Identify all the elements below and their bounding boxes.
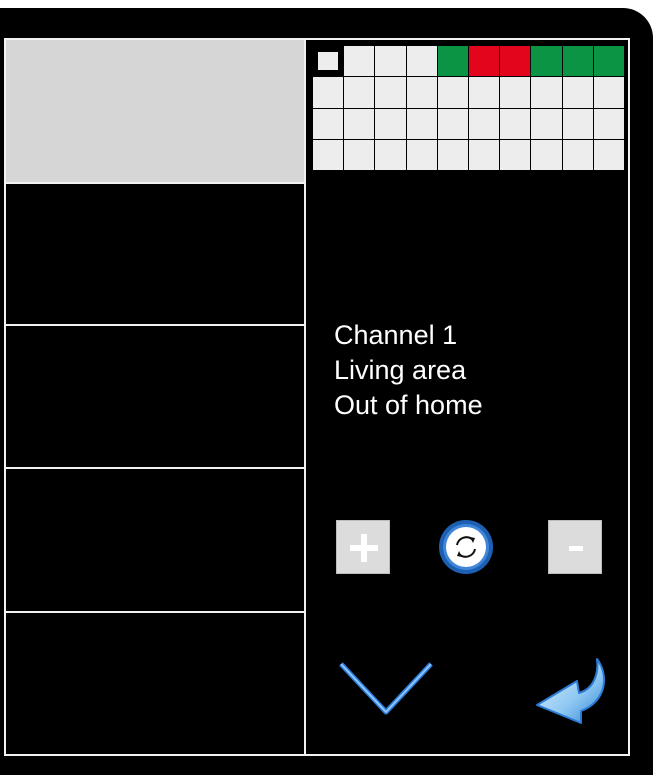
grid-cell[interactable] (500, 139, 531, 170)
top-divider (6, 38, 630, 40)
grid-cell[interactable] (593, 139, 624, 170)
grid-cell[interactable] (437, 46, 468, 77)
refresh-icon (439, 520, 493, 574)
grid-cell[interactable] (469, 77, 500, 108)
chevron-down-icon (339, 662, 433, 715)
menu-tile-4[interactable] (6, 469, 304, 611)
grid-cell[interactable] (313, 108, 344, 139)
menu-divider (6, 182, 304, 184)
plus-button[interactable] (336, 520, 390, 574)
grid-cell[interactable] (500, 108, 531, 139)
grid-cell[interactable] (437, 108, 468, 139)
grid-cell[interactable] (531, 139, 562, 170)
grid-cell[interactable] (562, 139, 593, 170)
grid-cell[interactable] (531, 108, 562, 139)
menu-divider (6, 611, 304, 613)
minus-icon (569, 546, 583, 551)
back-arrow-icon (536, 658, 605, 724)
grid-cell[interactable] (375, 108, 406, 139)
grid-cell[interactable] (344, 77, 375, 108)
menu-tile-1[interactable] (6, 40, 304, 182)
grid-cell[interactable] (375, 77, 406, 108)
grid-cell[interactable] (344, 46, 375, 77)
menu-divider (6, 467, 304, 469)
grid-cell[interactable] (344, 108, 375, 139)
grid-cell[interactable] (437, 139, 468, 170)
center-divider (304, 38, 306, 756)
grid-cell[interactable] (469, 46, 500, 77)
grid-cell[interactable] (593, 77, 624, 108)
bottom-divider (6, 754, 630, 756)
menu-tile-2[interactable] (6, 184, 304, 324)
menu-divider (6, 324, 304, 326)
grid-cell[interactable] (469, 139, 500, 170)
grid-cell[interactable] (593, 108, 624, 139)
minus-button[interactable] (548, 520, 602, 574)
grid-cell[interactable] (313, 77, 344, 108)
grid-cell[interactable] (406, 77, 437, 108)
plus-icon (350, 534, 378, 562)
schedule-grid (312, 45, 625, 171)
grid-cell[interactable] (593, 46, 624, 77)
right-border (628, 38, 630, 756)
grid-cell[interactable] (500, 46, 531, 77)
grid-cell[interactable] (562, 46, 593, 77)
refresh-button[interactable] (437, 518, 495, 576)
grid-cell[interactable] (562, 77, 593, 108)
menu-tile-3[interactable] (6, 326, 304, 467)
zone-name: Living area (334, 355, 467, 385)
grid-cell[interactable] (344, 139, 375, 170)
channel-info: Channel 1 Living area Out of home (334, 318, 483, 423)
grid-cell[interactable] (406, 46, 437, 77)
grid-cell[interactable] (469, 108, 500, 139)
channel-name: Channel 1 (334, 320, 458, 350)
grid-cell[interactable] (375, 46, 406, 77)
menu-tile-5[interactable] (6, 613, 304, 754)
grid-cell[interactable] (531, 46, 562, 77)
grid-cell[interactable] (406, 139, 437, 170)
grid-cell[interactable] (313, 46, 344, 77)
grid-cell[interactable] (562, 108, 593, 139)
left-border (4, 38, 6, 756)
grid-cell[interactable] (375, 139, 406, 170)
grid-cell[interactable] (406, 108, 437, 139)
grid-cell[interactable] (437, 77, 468, 108)
grid-cell[interactable] (500, 77, 531, 108)
scroll-down-button[interactable] (338, 660, 434, 716)
grid-cell[interactable] (531, 77, 562, 108)
mode-name: Out of home (334, 390, 483, 420)
grid-cell[interactable] (313, 139, 344, 170)
back-button[interactable] (533, 655, 611, 731)
